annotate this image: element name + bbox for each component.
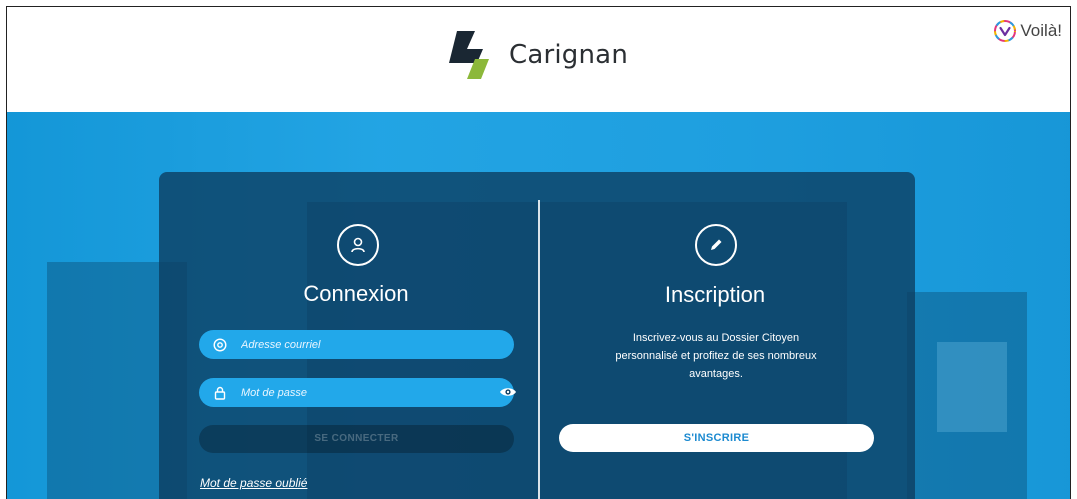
pencil-icon	[695, 224, 737, 266]
header: Carignan Voilà!	[7, 7, 1070, 112]
auth-panel: Connexion Adresse courriel SE CONNECTER …	[159, 172, 915, 499]
register-description: Inscrivez-vous au Dossier Citoyen person…	[596, 329, 836, 383]
lock-icon	[213, 386, 227, 400]
background-window	[937, 342, 1007, 432]
login-button[interactable]: SE CONNECTER	[199, 425, 514, 453]
carignan-logo-mark-icon	[449, 31, 489, 79]
carignan-logo[interactable]: Carignan	[445, 29, 628, 81]
login-title: Connexion	[303, 281, 409, 306]
register-description-line: avantages.	[689, 368, 743, 380]
register-title: Inscription	[664, 282, 766, 307]
at-icon	[213, 337, 227, 352]
email-field[interactable]	[199, 330, 514, 359]
hero-background: Connexion Adresse courriel SE CONNECTER …	[7, 112, 1070, 499]
register-button[interactable]: S'INSCRIRE	[559, 424, 874, 452]
forgot-password-link[interactable]: Mot de passe oublié	[200, 476, 307, 490]
email-input[interactable]	[239, 337, 503, 352]
user-icon	[337, 224, 379, 266]
brand-name: Carignan	[509, 40, 628, 70]
voila-logo[interactable]: Voilà!	[993, 19, 1062, 43]
register-description-line: personnalisé et profitez de ses nombreux	[615, 350, 817, 362]
register-description-line: Inscrivez-vous au Dossier Citoyen	[632, 332, 800, 344]
password-input[interactable]	[239, 385, 503, 400]
panel-divider	[538, 200, 540, 499]
eye-icon[interactable]	[499, 386, 517, 398]
password-field[interactable]	[199, 378, 514, 407]
voila-v-icon	[994, 20, 1017, 42]
voila-text: Voilà!	[1020, 21, 1062, 40]
page-frame: Carignan Voilà! Connexion Adresse courri…	[6, 6, 1071, 499]
